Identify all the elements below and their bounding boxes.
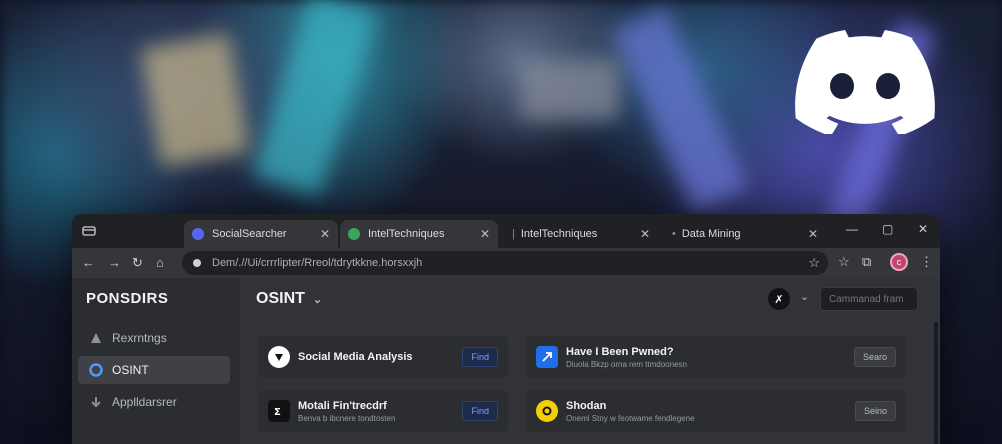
bookmark-star-icon[interactable]: ☆ xyxy=(808,255,820,271)
tab-inteltechniques[interactable]: IntelTechniques ✕ xyxy=(340,220,498,248)
card-description: Benva b ibcnere tondtosten xyxy=(298,413,396,423)
profile-avatar[interactable]: c xyxy=(890,253,908,271)
arrow-down-icon xyxy=(88,394,104,410)
triangle-icon xyxy=(88,330,104,346)
social-media-analysis-logo-icon xyxy=(268,346,290,368)
find-button[interactable]: Find xyxy=(462,347,498,367)
maximize-button[interactable]: ▢ xyxy=(882,222,893,236)
tab-strip: SocialSearcher ✕ IntelTechniques ✕ | Int… xyxy=(72,214,940,248)
svg-text:Σ: Σ xyxy=(274,407,281,417)
circle-icon xyxy=(88,362,104,378)
tab-data-mining[interactable]: • Data Mining ✕ xyxy=(664,220,826,248)
card-name: Shodan xyxy=(566,399,607,412)
chevron-down-icon: ⌄ xyxy=(312,294,323,306)
tab-socialsearcher[interactable]: SocialSearcher ✕ xyxy=(184,220,338,248)
search-button[interactable]: Searo xyxy=(853,347,896,367)
page-title[interactable]: OSINT ⌄ xyxy=(256,290,322,308)
search-button[interactable]: Seino xyxy=(854,401,896,421)
url-text: Dem/.//Ui/crrrlipter/Rreol/tdrytkkne.hor… xyxy=(212,257,423,269)
forward-arrow-icon[interactable]: → xyxy=(108,255,121,270)
page-content: PONSDIRS Rexrntngs OSINT Applldarsrer OS… xyxy=(72,278,940,444)
tab-close-icon[interactable]: ✕ xyxy=(480,227,490,241)
card-name: Have I Been Pwned? xyxy=(566,345,674,358)
sidebar-item-label: Rexrntngs xyxy=(112,331,167,345)
home-icon[interactable]: ⌂ xyxy=(156,255,164,270)
card-name: Social Media Analysis xyxy=(298,351,413,363)
discord-logo-icon xyxy=(795,30,935,134)
tab-title: Data Mining xyxy=(681,228,741,240)
tab-separator: | xyxy=(512,228,515,240)
page-title-text: OSINT xyxy=(256,290,305,307)
tab-separator: • xyxy=(672,228,676,240)
tool-card-social-media-analysis[interactable]: Social Media Analysis Find xyxy=(258,336,508,378)
tab-close-icon[interactable]: ✕ xyxy=(808,227,818,241)
tab-inteltechniques-2[interactable]: | IntelTechniques ✕ xyxy=(504,220,658,248)
inteltechniques-favicon-icon xyxy=(348,228,360,240)
extensions-icon[interactable]: ⧉ xyxy=(862,254,871,270)
main-panel: OSINT ⌄ ✗ ⌄ Social Media Analysis Find xyxy=(240,278,940,444)
tab-title: IntelTechniques xyxy=(520,228,598,240)
tab-search-icon[interactable] xyxy=(82,224,96,238)
motali-logo-icon: Σ xyxy=(268,400,290,422)
tab-title: SocialSearcher xyxy=(212,228,287,240)
sidebar-item-osint[interactable]: OSINT xyxy=(78,356,230,384)
menu-kebab-icon[interactable]: ⋮ xyxy=(920,254,933,270)
site-info-icon[interactable] xyxy=(192,258,202,268)
find-button[interactable]: Find xyxy=(462,401,498,421)
reload-icon[interactable]: ↻ xyxy=(132,255,143,271)
close-window-button[interactable]: ✕ xyxy=(918,222,928,236)
command-search-input[interactable] xyxy=(820,287,918,311)
tools-icon[interactable]: ✗ xyxy=(768,288,790,310)
sidebar-brand: PONSDIRS xyxy=(86,290,169,307)
socialsearcher-favicon-icon xyxy=(192,228,204,240)
card-name: Motali Fin'trecdrf xyxy=(298,399,387,412)
tab-close-icon[interactable]: ✕ xyxy=(640,227,650,241)
pwned-logo-icon xyxy=(536,346,558,368)
sidebar-item-applldarsrer[interactable]: Applldarsrer xyxy=(78,388,230,416)
browser-toolbar: ← → ↻ ⌂ Dem/.//Ui/crrrlipter/Rreol/tdryt… xyxy=(72,248,940,278)
address-bar[interactable]: Dem/.//Ui/crrrlipter/Rreol/tdrytkkne.hor… xyxy=(182,251,828,275)
favorites-star-icon[interactable]: ☆ xyxy=(838,254,850,270)
sidebar-item-label: Applldarsrer xyxy=(112,395,177,409)
minimize-button[interactable]: — xyxy=(846,222,858,236)
browser-window: SocialSearcher ✕ IntelTechniques ✕ | Int… xyxy=(72,214,940,444)
card-description: Diuola Bkzp orna rem ttmdoonesn xyxy=(566,359,687,369)
tab-close-icon[interactable]: ✕ xyxy=(320,227,330,241)
sidebar: PONSDIRS Rexrntngs OSINT Applldarsrer xyxy=(72,278,240,444)
shodan-logo-icon xyxy=(536,400,558,422)
tool-card-have-i-been-pwned[interactable]: Have I Been Pwned? Diuola Bkzp orna rem … xyxy=(526,336,906,378)
back-arrow-icon[interactable]: ← xyxy=(82,255,95,270)
sidebar-item-rexrntngs[interactable]: Rexrntngs xyxy=(78,324,230,352)
tab-title: IntelTechniques xyxy=(368,228,445,240)
chevron-down-icon[interactable]: ⌄ xyxy=(800,290,809,303)
card-description: Oneml Stny w feotwame fendlegene xyxy=(566,413,695,423)
sidebar-item-label: OSINT xyxy=(112,363,149,377)
